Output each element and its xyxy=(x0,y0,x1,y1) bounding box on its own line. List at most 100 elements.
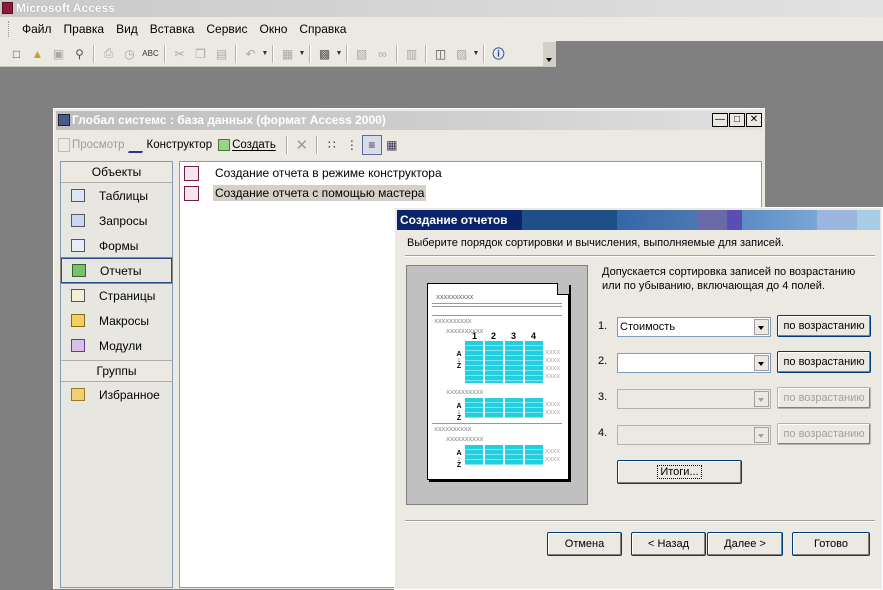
open-folder-icon[interactable]: ▲ xyxy=(27,44,48,64)
paste-icon[interactable]: ▤ xyxy=(211,44,232,64)
file-search-icon[interactable]: ⚲ xyxy=(69,44,90,64)
report-preview-page: xxxxxxxxxx xxxxxxxxxx xxxxxxxxxx 1 2 3 4… xyxy=(427,283,569,480)
new-object-dropdown-icon[interactable]: ▼ xyxy=(472,50,480,57)
preview-button[interactable]: Просмотр xyxy=(58,138,125,152)
menu-view[interactable]: Вид xyxy=(110,17,144,41)
sort-order-2-button[interactable]: по возрастанию xyxy=(777,351,871,373)
menu-insert[interactable]: Вставка xyxy=(144,17,201,41)
object-pages[interactable]: Страницы xyxy=(61,283,172,308)
preview-subgroup-placeholder: xxxxxxxxxx xyxy=(446,327,484,335)
menu-window[interactable]: Окно xyxy=(253,17,293,41)
toolbar-overflow-button[interactable] xyxy=(543,42,556,66)
menu-file[interactable]: Файл xyxy=(16,17,58,41)
chevron-down-icon[interactable] xyxy=(754,391,769,407)
sort-field-4-combo[interactable] xyxy=(617,425,771,445)
cut-icon[interactable]: ✂ xyxy=(169,44,190,64)
code-icon[interactable]: ▧ xyxy=(351,44,372,64)
object-tables[interactable]: Таблицы xyxy=(61,183,172,208)
sort-field-3-combo[interactable] xyxy=(617,389,771,409)
preview-sorted-column xyxy=(525,398,543,418)
totals-button[interactable]: Итоги... xyxy=(617,460,742,484)
object-macros[interactable]: Макросы xyxy=(61,308,172,333)
list-item[interactable]: Создание отчета с помощью мастера xyxy=(184,184,427,202)
analyze-dropdown-icon[interactable]: ▼ xyxy=(335,50,343,57)
sort-order-1-button[interactable]: по возрастанию xyxy=(777,315,871,337)
office-links-dropdown-icon[interactable]: ▼ xyxy=(298,50,306,57)
list-item[interactable]: Создание отчета в режиме конструктора xyxy=(184,164,444,182)
module-icon xyxy=(71,339,85,352)
print-preview-icon[interactable]: ◷ xyxy=(119,44,140,64)
new-object-icon[interactable]: ▨ xyxy=(451,44,472,64)
minimize-button[interactable]: — xyxy=(712,113,728,127)
spelling-icon[interactable]: ABC xyxy=(140,44,161,64)
report-wizard-dialog: Создание отчетов Выберите порядок сортир… xyxy=(394,207,883,590)
object-label: Запросы xyxy=(99,213,148,228)
menu-grip[interactable] xyxy=(8,21,12,37)
preview-sorted-column xyxy=(505,445,523,465)
sort-field-1-value: Стоимость xyxy=(620,321,676,333)
save-icon[interactable]: ▣ xyxy=(48,44,69,64)
help-icon[interactable]: ⓘ xyxy=(488,44,509,64)
sort-order-3-button[interactable]: по возрастанию xyxy=(777,387,871,409)
chevron-down-icon[interactable] xyxy=(754,319,769,335)
wizard-titlebar[interactable]: Создание отчетов xyxy=(397,210,880,230)
object-reports[interactable]: Отчеты xyxy=(60,257,173,284)
preview-sorted-column xyxy=(465,398,483,418)
wizard-divider xyxy=(405,520,875,522)
next-button[interactable]: Далее > xyxy=(707,532,783,556)
preview-column-number: 4 xyxy=(531,331,537,341)
database-toolbar: Просмотр Конструктор Создать ✕ ∷ ⋮ ≡ ▦ xyxy=(58,133,762,157)
object-queries[interactable]: Запросы xyxy=(61,208,172,233)
sort-az-icon: A ↓ Z xyxy=(456,351,462,370)
large-icons-view-icon[interactable]: ∷ xyxy=(322,135,342,155)
new-file-icon[interactable]: □ xyxy=(6,44,27,64)
details-view-icon[interactable]: ▦ xyxy=(382,135,402,155)
maximize-button[interactable]: □ xyxy=(729,113,745,127)
wizard-description: Допускается сортировка записей по возрас… xyxy=(602,266,856,292)
chevron-down-icon[interactable] xyxy=(754,427,769,443)
cancel-button[interactable]: Отмена xyxy=(547,532,622,556)
undo-dropdown-icon[interactable]: ▼ xyxy=(261,50,269,57)
finish-button[interactable]: Готово xyxy=(792,532,870,556)
menu-tools[interactable]: Сервис xyxy=(200,17,253,41)
groups-header[interactable]: Группы xyxy=(61,360,172,382)
preview-sorted-column xyxy=(485,341,503,383)
preview-rule xyxy=(432,306,562,307)
preview-label: Просмотр xyxy=(72,139,125,151)
preview-rule xyxy=(432,423,562,424)
analyze-icon[interactable]: ▩ xyxy=(314,44,335,64)
object-forms[interactable]: Формы xyxy=(61,233,172,258)
menu-edit[interactable]: Правка xyxy=(58,17,111,41)
list-view-icon[interactable]: ≡ xyxy=(361,135,382,155)
group-favorites[interactable]: Избранное xyxy=(61,382,172,407)
print-icon[interactable]: ⎙ xyxy=(98,44,119,64)
preview-column-number: 2 xyxy=(491,331,497,341)
properties-icon[interactable]: ▥ xyxy=(401,44,422,64)
sort-order-4-button[interactable]: по возрастанию xyxy=(777,423,871,445)
office-links-icon[interactable]: ▦ xyxy=(277,44,298,64)
objects-header[interactable]: Объекты xyxy=(61,162,172,183)
chevron-down-icon[interactable] xyxy=(754,355,769,371)
page-icon xyxy=(71,289,85,302)
object-modules[interactable]: Модули xyxy=(61,333,172,358)
copy-icon[interactable]: ❐ xyxy=(190,44,211,64)
back-button[interactable]: < Назад xyxy=(631,532,706,556)
sort-field-2-combo[interactable] xyxy=(617,353,771,373)
database-icon xyxy=(58,114,70,126)
toolbar-separator xyxy=(483,44,485,63)
close-button[interactable]: ✕ xyxy=(746,113,762,127)
menu-help[interactable]: Справка xyxy=(293,17,352,41)
toolbar-separator xyxy=(425,44,427,63)
create-button[interactable]: Создать xyxy=(218,139,276,151)
relationships-icon[interactable]: ◫ xyxy=(430,44,451,64)
sort-field-1-combo[interactable]: Стоимость xyxy=(617,317,771,337)
database-window-titlebar[interactable]: Глобал системс : база данных (формат Acc… xyxy=(56,111,762,130)
delete-icon[interactable]: ✕ xyxy=(292,135,312,155)
script-editor-icon[interactable]: ∞ xyxy=(372,44,393,64)
toolbar-separator xyxy=(93,44,95,63)
undo-icon[interactable]: ↶ xyxy=(240,44,261,64)
designer-button[interactable]: Конструктор xyxy=(127,137,212,153)
small-icons-view-icon[interactable]: ⋮ xyxy=(342,135,362,155)
preview-sorted-column xyxy=(485,398,503,418)
standard-toolbar: □ ▲ ▣ ⚲ ⎙ ◷ ABC ✂ ❐ ▤ ↶ ▼ ▦ ▼ ▩ ▼ ▧ ∞ ▥ … xyxy=(0,41,556,67)
